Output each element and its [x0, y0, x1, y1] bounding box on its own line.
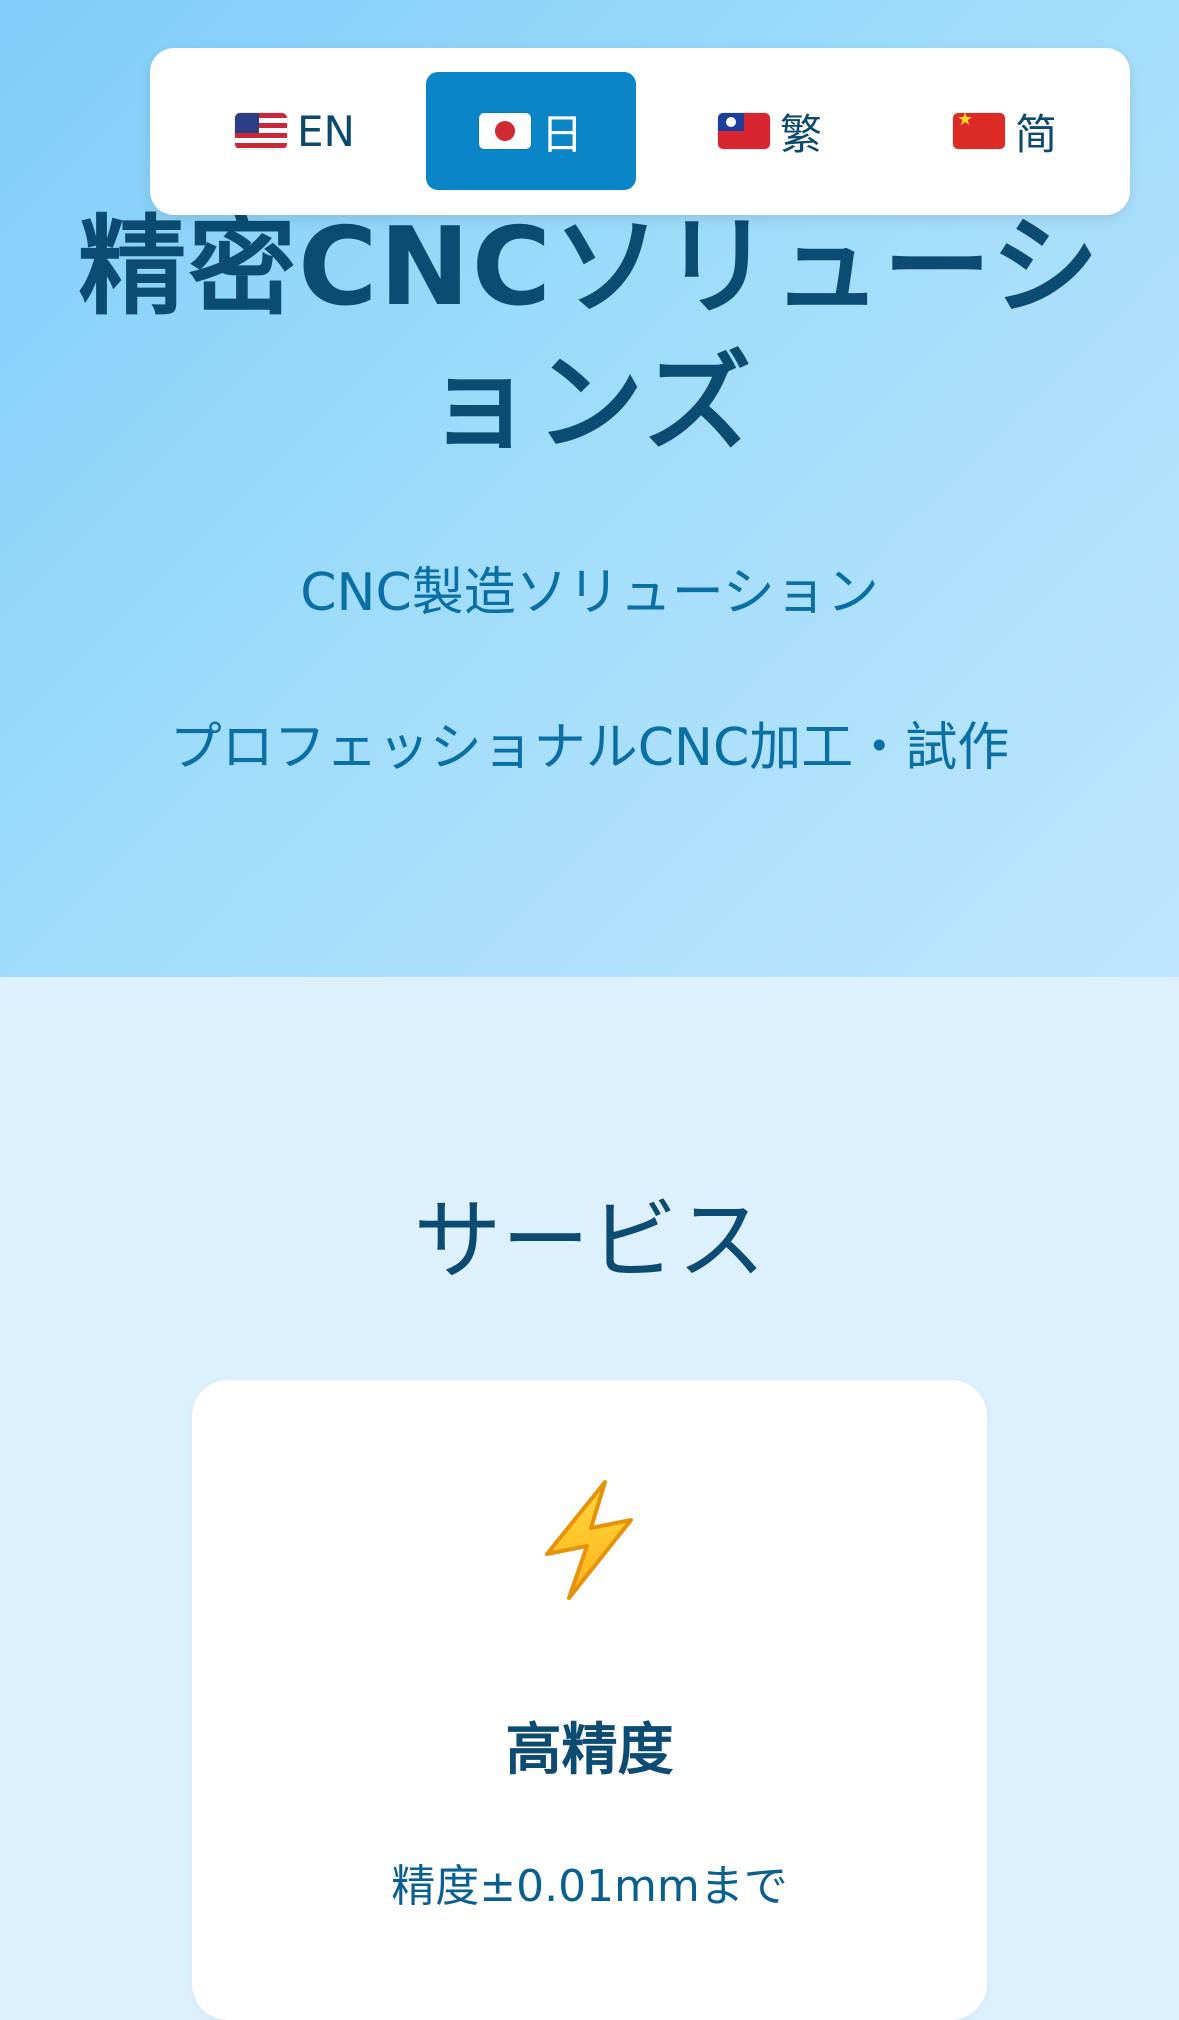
language-button-zh-tw[interactable]: 繁: [695, 72, 845, 190]
language-label: EN: [297, 106, 355, 156]
service-card-description: 精度±0.01mmまで: [391, 1861, 788, 1912]
taiwan-flag-icon: [717, 113, 770, 149]
language-button-en[interactable]: EN: [210, 72, 380, 190]
hero-subtitle: CNC製造ソリューション: [300, 563, 879, 623]
language-button-ja[interactable]: 日: [426, 72, 636, 190]
language-label: 日: [540, 109, 583, 159]
services-heading: サービス: [413, 1189, 766, 1292]
china-flag-icon: [952, 113, 1005, 149]
hero-tagline: プロフェッショナルCNC加工・試作: [169, 718, 1010, 778]
language-label: 繁: [779, 109, 822, 159]
japan-flag-icon: [478, 113, 531, 149]
language-button-zh-cn[interactable]: 简: [930, 72, 1080, 190]
service-card-title: 高精度: [505, 1718, 674, 1783]
lightning-icon: [545, 1480, 633, 1600]
us-flag-icon: [235, 113, 288, 149]
language-switcher: EN 日 繁 简: [150, 48, 1130, 215]
language-label: 简: [1014, 109, 1057, 159]
hero-title: 精密CNCソリューションズ: [78, 205, 1101, 466]
service-card: 高精度 精度±0.01mmまで: [192, 1380, 987, 2020]
